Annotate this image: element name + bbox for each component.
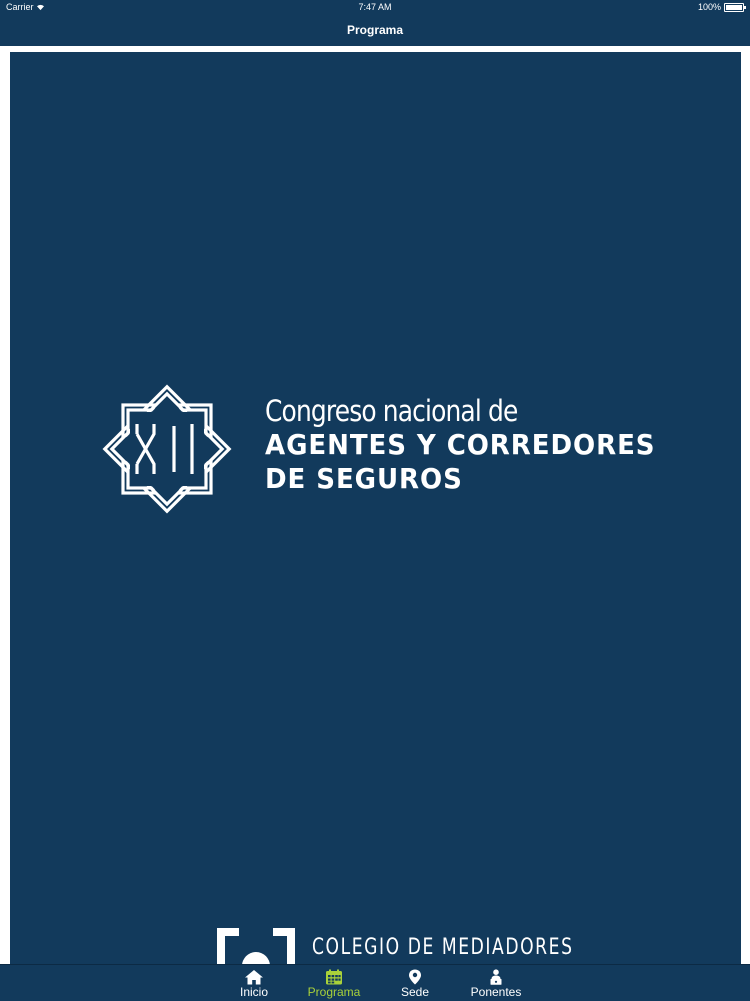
- map-pin-icon: [409, 969, 421, 985]
- tab-programa-label: Programa: [307, 985, 361, 999]
- status-bar: Carrier 7:47 AM 100%: [0, 0, 750, 14]
- battery-indicator: 100%: [697, 0, 746, 14]
- emblem-letters: XI: [92, 374, 94, 375]
- congress-title-line1: Congreso nacional de: [265, 394, 518, 428]
- program-poster-image: XI Congreso nacional de AGENTES Y CORRED…: [10, 52, 741, 964]
- battery-percent: 100%: [697, 2, 721, 12]
- tab-inicio[interactable]: Inicio: [219, 967, 289, 1001]
- page-title: Programa: [346, 23, 404, 37]
- xi-star-emblem-icon: XI: [92, 374, 232, 514]
- navigation-bar: Programa: [0, 14, 750, 46]
- tab-ponentes[interactable]: Ponentes: [461, 967, 531, 1001]
- colegio-logo-icon: [217, 928, 295, 964]
- clock: 7:47 AM: [358, 2, 392, 12]
- speaker-icon: [490, 969, 502, 985]
- calendar-icon: [326, 969, 342, 985]
- home-icon: [245, 970, 263, 985]
- battery-level-fill: [726, 4, 742, 10]
- congress-title-line3: DE SEGUROS: [265, 462, 463, 495]
- tab-bar: Inicio Programa Sede Ponentes: [0, 964, 750, 1001]
- tab-inicio-label: Inicio: [239, 985, 268, 999]
- tab-programa[interactable]: Programa: [299, 967, 369, 1001]
- tab-sede[interactable]: Sede: [380, 967, 450, 1001]
- congress-title-line2: AGENTES Y CORREDORES: [265, 428, 656, 461]
- tab-sede-label: Sede: [400, 985, 430, 999]
- colegio-name: COLEGIO DE MEDIADORES: [312, 935, 574, 960]
- congress-title: Congreso nacional de AGENTES Y CORREDORE…: [265, 394, 685, 496]
- content-area: XI Congreso nacional de AGENTES Y CORRED…: [0, 46, 750, 964]
- battery-icon: [724, 2, 746, 12]
- tab-ponentes-label: Ponentes: [470, 985, 522, 999]
